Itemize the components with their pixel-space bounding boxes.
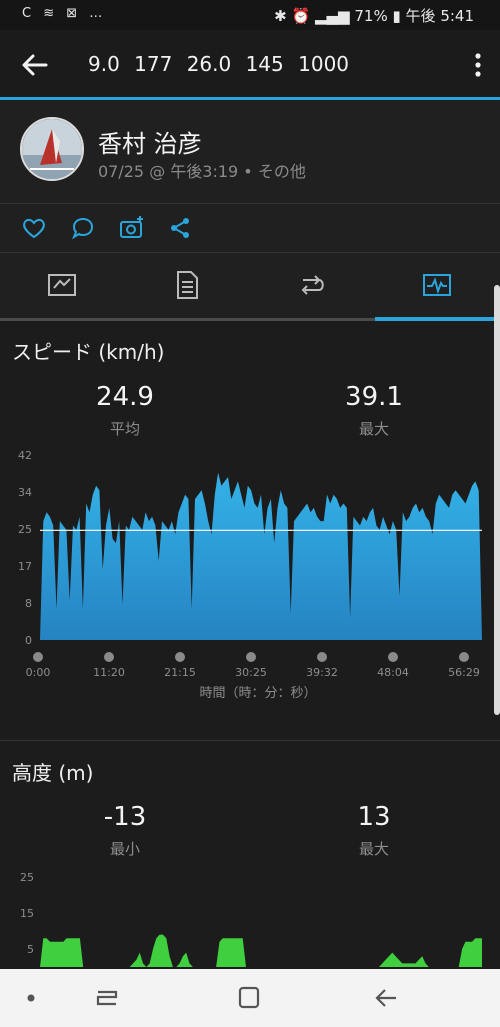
share-icon[interactable] [166, 214, 194, 242]
speed-y-tick: 8 [25, 597, 32, 610]
bluetooth-icon: ✱ [274, 7, 287, 25]
back-arrow-icon[interactable] [18, 48, 52, 82]
speed-avg-value: 24.9 [96, 382, 154, 412]
speed-x-tick-dot [388, 652, 398, 662]
speed-avg-label: 平均 [109, 420, 140, 438]
speed-section-title: スピード (km/h) [12, 340, 165, 364]
speed-x-tick: 56:29 [448, 666, 480, 679]
speed-x-tick: 48:04 [377, 666, 409, 679]
speed-x-tick-dot [33, 652, 43, 662]
activity-date-type: 07/25 @ 午後3:19 • その他 [98, 162, 306, 181]
speed-y-tick: 25 [18, 523, 32, 536]
speed-max-value: 39.1 [345, 382, 403, 412]
altitude-y-tick: 25 [20, 871, 34, 884]
speed-x-tick-dot [104, 652, 114, 662]
altitude-max-value: 13 [357, 802, 391, 832]
speed-y-tick: 42 [18, 449, 32, 462]
activity-header: 香村 治彦 07/25 @ 午後3:19 • その他 [0, 100, 500, 204]
speed-x-tick: 11:20 [93, 666, 125, 679]
home-icon[interactable] [234, 985, 264, 1011]
tab-bar [0, 253, 500, 321]
speed-x-tick: 21:15 [164, 666, 196, 679]
tab-charts-icon[interactable] [420, 268, 454, 302]
speed-y-tick: 34 [18, 486, 32, 499]
avatar[interactable] [20, 117, 84, 181]
speed-x-tick-dot [317, 652, 327, 662]
action-bar [0, 204, 500, 253]
scrollbar[interactable] [494, 285, 500, 715]
clock: 午後 5:41 [405, 7, 474, 25]
speed-x-tick-dot [175, 652, 185, 662]
altitude-section-title: 高度 (m) [12, 761, 94, 785]
speed-x-tick: 30:25 [235, 666, 267, 679]
altitude-chart[interactable]: 25 15 5 [0, 866, 500, 969]
speed-x-tick: 0:00 [26, 666, 51, 679]
dot-icon[interactable] [24, 991, 38, 1005]
altitude-area-series [40, 934, 482, 967]
section-divider [0, 740, 500, 741]
status-notification-icons: C ≋ ⊠ … [22, 6, 107, 21]
speed-x-tick-dot [246, 652, 256, 662]
tab-laps-icon[interactable] [295, 268, 329, 302]
signal-icon: ▂▄▆ [314, 7, 350, 25]
comment-icon[interactable] [69, 214, 97, 242]
speed-x-axis-label: 時間（時：分：秒） [199, 686, 316, 701]
tab-overview-icon[interactable] [45, 268, 79, 302]
status-bar: C ≋ ⊠ … ✱ ⏰ ▂▄▆ 71% ▮ 午後 5:41 [0, 0, 500, 30]
altitude-max-label: 最大 [358, 840, 389, 858]
status-right: ✱ ⏰ ▂▄▆ 71% ▮ 午後 5:41 [274, 5, 474, 26]
speed-y-tick: 17 [18, 560, 32, 573]
add-photo-icon[interactable] [118, 214, 146, 242]
app-bar: 9.0 177 26.0 145 1000 [0, 30, 500, 100]
more-options-icon[interactable] [470, 50, 486, 80]
altitude-y-tick: 15 [20, 907, 34, 920]
speed-x-tick-dot [459, 652, 469, 662]
altitude-min-label: 最小 [109, 840, 140, 858]
speed-max-label: 最大 [358, 420, 389, 438]
speed-area-series [40, 472, 482, 640]
speed-y-tick: 0 [25, 634, 32, 647]
user-name: 香村 治彦 [98, 130, 202, 158]
recent-apps-icon[interactable] [92, 985, 122, 1011]
tab-details-icon[interactable] [170, 268, 204, 302]
windsurf-photo-icon [22, 119, 82, 179]
heart-icon[interactable] [20, 214, 48, 242]
speed-chart[interactable]: 42 34 25 17 8 0 0:00 11:20 21:15 30:25 39:32 48:04 5… [0, 445, 500, 710]
battery-icon: ▮ [392, 7, 401, 25]
back-icon[interactable] [372, 985, 402, 1011]
system-nav-bar [0, 969, 500, 1027]
alarm-icon: ⏰ [291, 7, 311, 25]
speed-x-tick: 39:32 [306, 666, 338, 679]
altitude-y-tick: 5 [27, 943, 34, 956]
battery-percent: 71% [354, 7, 388, 25]
activity-summary-title: 9.0 177 26.0 145 1000 [88, 52, 350, 76]
tab-selected-indicator [375, 317, 500, 321]
altitude-min-value: -13 [103, 802, 147, 832]
